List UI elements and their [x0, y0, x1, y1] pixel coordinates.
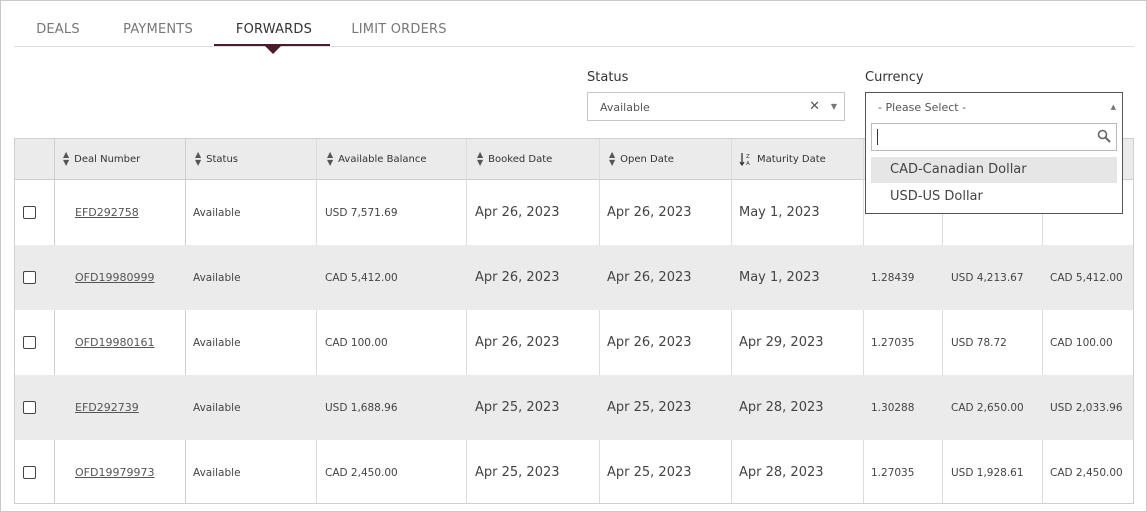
sort-updown-icon: ▲ ▼ [63, 150, 70, 167]
booked-date-cell: Apr 25, 2023 [475, 400, 560, 415]
sort-updown-icon: ▲ ▼ [609, 150, 616, 167]
tab-payments[interactable]: PAYMENTS [114, 22, 202, 46]
text-caret [877, 129, 878, 145]
booked-date-cell: Apr 26, 2023 [475, 270, 560, 285]
status-cell: Available [193, 401, 241, 414]
svg-text:Z: Z [746, 154, 750, 160]
table-row: EFD292739 Available USD 1,688.96 Apr 25,… [15, 375, 1133, 440]
currency-select-value: - Please Select - [878, 101, 967, 114]
status-cell: Available [193, 336, 241, 349]
column-header-maturity-date[interactable]: Z A Maturity Date [739, 139, 869, 179]
sort-updown-icon: ▲ ▼ [477, 150, 484, 167]
available-balance-cell: USD 7,571.69 [325, 206, 398, 219]
amount-cell: USD 4,213.67 [951, 271, 1024, 284]
tab-limit-orders[interactable]: LIMIT ORDERS [346, 22, 452, 46]
column-header-open-date[interactable]: ▲ ▼ Open Date [609, 139, 729, 179]
currency-option-label: USD-US Dollar [890, 189, 983, 204]
table-row: OFD19980999 Available CAD 5,412.00 Apr 2… [15, 245, 1133, 310]
booked-date-cell: Apr 26, 2023 [475, 205, 560, 220]
status-select[interactable]: Available ✕ ▼ [587, 92, 845, 121]
column-header-deal-number[interactable]: ▲ ▼ Deal Number [63, 139, 183, 179]
maturity-date-cell: Apr 28, 2023 [739, 400, 824, 415]
tab-deals[interactable]: DEALS [28, 22, 88, 46]
booked-date-cell: Apr 25, 2023 [475, 465, 560, 480]
tab-forwards[interactable]: FORWARDS [224, 22, 324, 46]
booked-date-cell: Apr 26, 2023 [475, 335, 560, 350]
amount-cell: USD 1,928.61 [951, 466, 1024, 479]
status-cell: Available [193, 271, 241, 284]
available-balance-cell: CAD 100.00 [325, 336, 388, 349]
currency-select[interactable]: - Please Select - ▲ [866, 93, 1122, 122]
available-balance-cell: USD 1,688.96 [325, 401, 398, 414]
deal-number-link[interactable]: EFD292739 [75, 401, 139, 414]
open-date-cell: Apr 26, 2023 [607, 335, 692, 350]
currency-option-usd[interactable]: USD-US Dollar [871, 184, 1117, 210]
status-select-value: Available [600, 101, 650, 114]
sort-updown-icon: ▲ ▼ [327, 150, 334, 167]
column-header-available-balance[interactable]: ▲ ▼ Available Balance [327, 139, 467, 179]
amount-cell: CAD 2,450.00 [1050, 466, 1123, 479]
clear-x-icon[interactable]: ✕ [809, 99, 820, 114]
maturity-date-cell: May 1, 2023 [739, 205, 820, 220]
search-icon [1097, 129, 1111, 143]
table-row: OFD19980161 Available CAD 100.00 Apr 26,… [15, 310, 1133, 375]
rate-cell: 1.28439 [871, 271, 915, 284]
rate-cell: 1.27035 [871, 336, 915, 349]
currency-option-cad[interactable]: CAD-Canadian Dollar [871, 157, 1117, 183]
chevron-down-icon[interactable]: ▼ [831, 102, 837, 111]
deal-number-link[interactable]: OFD19980999 [75, 271, 154, 284]
row-checkbox[interactable] [23, 466, 36, 479]
table-row: OFD19979973 Available CAD 2,450.00 Apr 2… [15, 440, 1133, 503]
column-header-status[interactable]: ▲ ▼ Status [195, 139, 315, 179]
maturity-date-cell: Apr 28, 2023 [739, 465, 824, 480]
deal-number-link[interactable]: OFD19980161 [75, 336, 154, 349]
active-tab-caret [265, 46, 281, 54]
row-checkbox[interactable] [23, 401, 36, 414]
rate-cell: 1.30288 [871, 401, 915, 414]
available-balance-cell: CAD 5,412.00 [325, 271, 398, 284]
deal-number-link[interactable]: OFD19979973 [75, 466, 154, 479]
currency-option-label: CAD-Canadian Dollar [890, 162, 1027, 177]
svg-text:A: A [746, 161, 750, 166]
chevron-up-icon[interactable]: ▲ [1111, 103, 1116, 111]
row-checkbox[interactable] [23, 206, 36, 219]
tab-bar: DEALS PAYMENTS FORWARDS LIMIT ORDERS [14, 14, 1134, 54]
open-date-cell: Apr 25, 2023 [607, 465, 692, 480]
rate-cell: 1.27035 [871, 466, 915, 479]
amount-cell: CAD 2,650.00 [951, 401, 1024, 414]
currency-dropdown[interactable]: - Please Select - ▲ CAD-Canadian Dollar … [865, 92, 1123, 214]
amount-cell: USD 2,033.96 [1050, 401, 1123, 414]
amount-cell: CAD 100.00 [1050, 336, 1113, 349]
row-checkbox[interactable] [23, 271, 36, 284]
currency-filter-label: Currency [865, 70, 924, 85]
open-date-cell: Apr 25, 2023 [607, 400, 692, 415]
status-filter-label: Status [587, 70, 629, 85]
currency-search-input[interactable] [871, 123, 1117, 151]
sort-za-icon: Z A [739, 153, 750, 166]
available-balance-cell: CAD 2,450.00 [325, 466, 398, 479]
open-date-cell: Apr 26, 2023 [607, 205, 692, 220]
deal-number-link[interactable]: EFD292758 [75, 206, 139, 219]
amount-cell: USD 78.72 [951, 336, 1007, 349]
status-cell: Available [193, 206, 241, 219]
maturity-date-cell: Apr 29, 2023 [739, 335, 824, 350]
status-cell: Available [193, 466, 241, 479]
row-checkbox[interactable] [23, 336, 36, 349]
maturity-date-cell: May 1, 2023 [739, 270, 820, 285]
open-date-cell: Apr 26, 2023 [607, 270, 692, 285]
column-header-booked-date[interactable]: ▲ ▼ Booked Date [477, 139, 597, 179]
amount-cell: CAD 5,412.00 [1050, 271, 1123, 284]
sort-updown-icon: ▲ ▼ [195, 150, 202, 167]
